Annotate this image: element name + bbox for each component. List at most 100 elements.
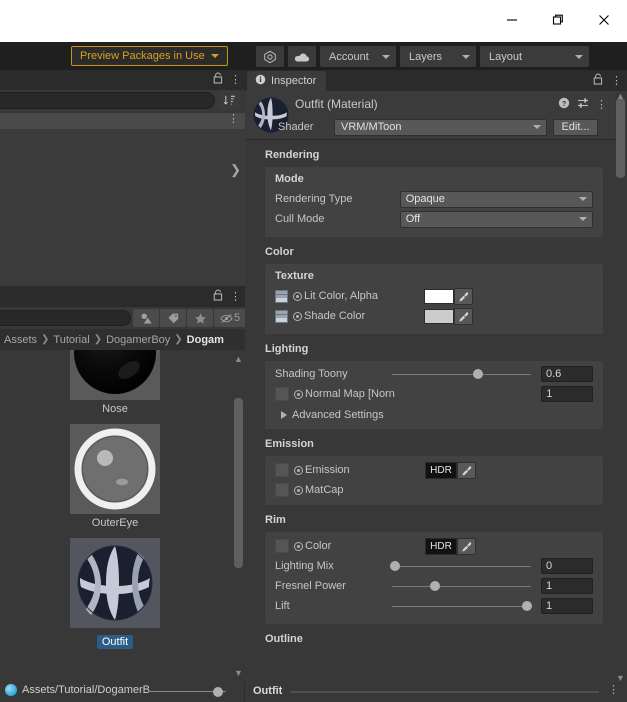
texture-slot-icon[interactable] <box>275 387 289 401</box>
kebab-menu-icon[interactable]: ⋮ <box>230 74 241 85</box>
breadcrumb-item-tutorial[interactable]: Tutorial <box>53 334 89 346</box>
shading-toony-label: Shading Toony <box>275 368 348 380</box>
matcap-label: MatCap <box>305 484 344 496</box>
cloud-icon[interactable] <box>288 46 316 67</box>
breadcrumb-item-dogamerboy[interactable]: DogamerBoy <box>106 334 170 346</box>
slider-handle[interactable] <box>521 601 532 611</box>
asset-item-outereye[interactable]: OuterEye <box>70 424 160 529</box>
tab-inspector[interactable]: Inspector <box>247 71 327 91</box>
shading-toony-value[interactable]: 0.6 <box>540 366 593 382</box>
chevron-down-icon <box>579 217 587 221</box>
label-filter-icon[interactable] <box>160 309 186 327</box>
lit-color-swatch[interactable] <box>424 288 454 304</box>
kebab-menu-icon[interactable]: ⋮ <box>228 114 239 125</box>
close-icon[interactable] <box>581 0 627 40</box>
star-filter-icon[interactable] <box>187 309 213 327</box>
account-dropdown[interactable]: Account <box>320 46 396 67</box>
scroll-up-icon[interactable]: ▲ <box>234 354 243 364</box>
advanced-settings-foldout[interactable]: Advanced Settings <box>275 409 593 421</box>
lift-value[interactable]: 1 <box>540 598 593 614</box>
inspector-scrollbar[interactable]: ▲ ▼ <box>616 91 625 702</box>
chevron-down-icon <box>210 54 219 58</box>
property-toggle-icon[interactable] <box>294 465 303 475</box>
lift-slider[interactable] <box>391 599 532 613</box>
slider-handle[interactable] <box>430 581 441 591</box>
slider-handle[interactable] <box>473 369 484 379</box>
project-search-input[interactable] <box>0 310 131 326</box>
eyedropper-icon[interactable] <box>457 461 476 479</box>
maximize-icon[interactable] <box>535 0 581 40</box>
asset-grid-scrollbar[interactable]: ▲ ▼ <box>234 354 243 678</box>
hidden-assets-filter[interactable]: 5 <box>214 309 246 327</box>
slider-handle[interactable] <box>389 561 400 571</box>
lighting-mix-value[interactable]: 0 <box>540 558 593 574</box>
normal-map-value[interactable]: 1 <box>541 386 593 402</box>
shading-toony-slider[interactable] <box>391 367 531 381</box>
texture-slot-icon[interactable] <box>275 309 288 323</box>
asset-item-outfit[interactable]: Outfit <box>70 538 160 649</box>
preview-packages-button[interactable]: Preview Packages in Use <box>71 46 228 66</box>
shader-label: Shader <box>278 121 314 133</box>
rim-color-swatch-hdr[interactable]: HDR <box>425 537 457 555</box>
fresnel-power-value[interactable]: 1 <box>540 578 593 594</box>
hierarchy-scene-row[interactable]: ⋮ <box>0 113 245 129</box>
breadcrumb-item-assets[interactable]: Assets <box>4 334 37 346</box>
layout-dropdown[interactable]: Layout <box>480 46 589 67</box>
texture-slot-icon[interactable] <box>275 463 289 477</box>
services-icon[interactable] <box>256 46 284 67</box>
layers-dropdown[interactable]: Layers <box>400 46 476 67</box>
thumbnail-zoom-handle[interactable] <box>213 687 223 697</box>
rendering-type-value: Opaque <box>405 193 445 205</box>
cull-mode-dropdown[interactable]: Off <box>399 210 593 228</box>
asset-grid: Nose OuterEye Outfit ▲ ▼ <box>0 350 245 682</box>
chevron-right-icon[interactable]: ❯ <box>230 162 241 178</box>
asset-type-filter-icon[interactable] <box>133 309 159 327</box>
fresnel-power-label: Fresnel Power <box>275 580 346 592</box>
kebab-menu-icon[interactable]: ⋮ <box>611 75 622 86</box>
texture-slot-icon[interactable] <box>275 539 289 553</box>
scroll-down-icon[interactable]: ▼ <box>234 668 243 678</box>
kebab-menu-icon[interactable]: ⋮ <box>230 291 241 302</box>
lift-label: Lift <box>275 600 290 612</box>
emission-group: Emission HDR MatCap <box>265 456 603 505</box>
asset-item-nose[interactable]: Nose <box>70 350 160 415</box>
scrollbar-thumb[interactable] <box>616 98 625 178</box>
property-toggle-icon[interactable] <box>294 541 303 551</box>
shade-color-swatch[interactable] <box>424 308 454 324</box>
normal-map-label: Normal Map [Norn <box>305 388 395 400</box>
property-toggle-icon[interactable] <box>293 311 302 321</box>
texture-slot-icon[interactable] <box>275 483 289 497</box>
sort-icon[interactable] <box>218 91 240 110</box>
subsection-title-texture: Texture <box>275 270 314 282</box>
lighting-mix-slider[interactable] <box>389 559 531 573</box>
lock-icon[interactable] <box>593 73 603 88</box>
lighting-mix-label: Lighting Mix <box>275 560 334 572</box>
breadcrumb-item-current[interactable]: Dogam <box>187 334 224 346</box>
help-icon[interactable]: ? <box>558 97 570 112</box>
shader-edit-button[interactable]: Edit... <box>553 118 598 136</box>
shader-dropdown[interactable]: VRM/MToon <box>334 118 547 136</box>
inspector-tab-bar: Inspector ⋮ <box>245 70 627 91</box>
scroll-up-icon[interactable]: ▲ <box>616 91 625 101</box>
minimize-icon[interactable] <box>489 0 535 40</box>
eyedropper-icon[interactable] <box>457 537 476 555</box>
hierarchy-search-input[interactable] <box>0 92 215 109</box>
rim-group: Color HDR Lighting Mix 0 Fresnel Power 1… <box>265 532 603 624</box>
lock-icon[interactable] <box>213 289 223 304</box>
triangle-right-icon <box>281 411 287 419</box>
property-toggle-icon[interactable] <box>294 389 303 399</box>
kebab-menu-icon[interactable]: ⋮ <box>608 685 619 696</box>
fresnel-power-slider[interactable] <box>391 579 531 593</box>
rendering-type-dropdown[interactable]: Opaque <box>399 190 593 208</box>
scrollbar-thumb[interactable] <box>234 398 243 568</box>
eyedropper-icon[interactable] <box>454 307 473 325</box>
texture-slot-icon[interactable] <box>275 289 288 303</box>
kebab-menu-icon[interactable]: ⋮ <box>596 99 607 110</box>
property-toggle-icon[interactable] <box>294 485 303 495</box>
breadcrumb-separator-icon: ❯ <box>174 334 183 345</box>
lock-icon[interactable] <box>213 72 223 87</box>
emission-color-swatch-hdr[interactable]: HDR <box>425 461 457 479</box>
eyedropper-icon[interactable] <box>454 287 473 305</box>
property-toggle-icon[interactable] <box>293 291 302 301</box>
preset-icon[interactable] <box>577 97 589 112</box>
